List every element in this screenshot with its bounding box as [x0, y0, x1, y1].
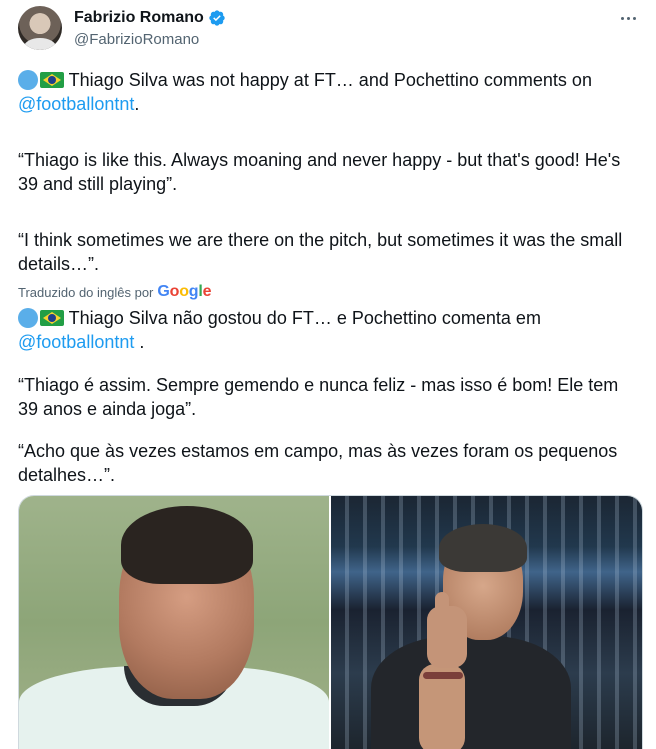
mention-link[interactable]: @footballontnt: [18, 94, 134, 114]
media-grid: [18, 495, 643, 749]
translation-label: Traduzido do inglês por: [18, 284, 154, 300]
thiago-silva-photo[interactable]: [19, 496, 329, 749]
brazil-flag-icon: [40, 72, 64, 88]
blue-circle-emoji-icon: [18, 308, 38, 328]
google-logo: Google: [157, 283, 212, 300]
avatar[interactable]: [18, 6, 62, 50]
brazil-flag-icon: [40, 310, 64, 326]
original-quote-1: “Thiago is like this. Always moaning and…: [18, 150, 621, 194]
blue-circle-emoji-icon: [18, 70, 38, 90]
author-handle[interactable]: @FabrizioRomano: [74, 31, 199, 48]
author-name-row[interactable]: Fabrizio Romano: [74, 9, 226, 27]
translated-quote-2: “Acho que às vezes estamos em campo, mas…: [18, 441, 618, 485]
translated-line1-end: .: [134, 332, 145, 352]
translated-paragraph-1: Thiago Silva não gostou do FT… e Pochett…: [18, 306, 638, 354]
translation-attribution[interactable]: Traduzido do inglês por Google: [18, 283, 212, 301]
translated-line1-text: Thiago Silva não gostou do FT… e Pochett…: [64, 308, 541, 328]
mention-link[interactable]: @footballontnt: [18, 332, 134, 352]
original-line1-text: Thiago Silva was not happy at FT… and Po…: [64, 70, 592, 90]
original-paragraph-1: Thiago Silva was not happy at FT… and Po…: [18, 68, 638, 116]
author-name[interactable]: Fabrizio Romano: [74, 9, 204, 27]
more-options-icon[interactable]: [613, 6, 643, 30]
tweet-header: Fabrizio Romano @FabrizioRomano: [18, 6, 643, 56]
verified-badge-icon: [209, 10, 225, 26]
translated-quote-1: “Thiago é assim. Sempre gemendo e nunca …: [18, 375, 619, 419]
pochettino-thumbs-up-photo[interactable]: [331, 496, 642, 749]
original-line1-end: .: [134, 94, 140, 114]
original-quote-2: “I think sometimes we are there on the p…: [18, 230, 623, 274]
